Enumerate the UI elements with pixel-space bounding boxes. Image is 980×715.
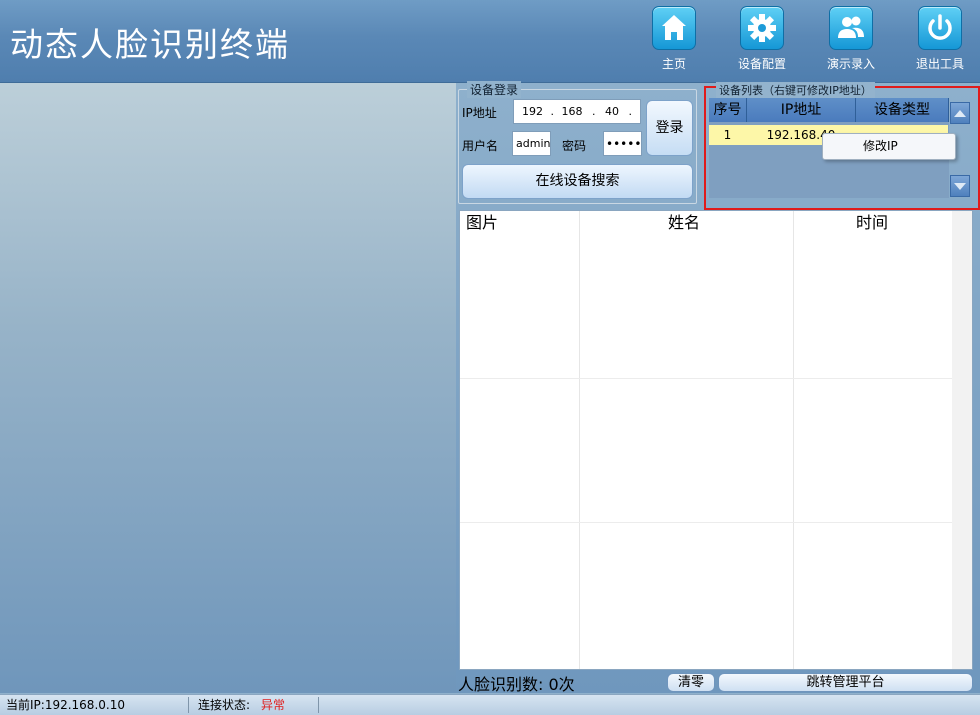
ip-label: IP地址 (462, 106, 497, 120)
username-input[interactable]: admin (512, 131, 551, 156)
context-menu-modify-ip[interactable]: 修改IP (822, 133, 956, 160)
login-button[interactable]: 登录 (646, 100, 693, 156)
nav-exit-button[interactable]: 退出工具 (908, 6, 972, 76)
connection-status-value: 异常 (261, 698, 286, 712)
device-header-ip: IP地址 (747, 98, 856, 122)
arrow-up-icon (954, 110, 966, 117)
nav-demo-enroll-button[interactable]: 演示录入 (819, 6, 883, 76)
row-divider (460, 378, 972, 379)
ip-address-input[interactable]: 192 . 168 . 40 . 20 (513, 99, 641, 142)
ip-dot: . (550, 105, 555, 118)
jump-management-platform-button[interactable]: 跳转管理平台 (718, 673, 973, 692)
online-device-search-button[interactable]: 在线设备搜索 (462, 164, 693, 199)
device-login-legend: 设备登录 (467, 81, 522, 98)
column-divider (579, 211, 580, 669)
password-label: 密码 (562, 139, 587, 153)
device-header-type: 设备类型 (856, 98, 949, 122)
nav-demo-enroll-label: 演示录入 (826, 57, 875, 71)
records-header-picture: 图片 (466, 213, 499, 232)
nav-exit-label: 退出工具 (915, 57, 964, 71)
records-header-time: 时间 (856, 213, 889, 232)
device-header-index: 序号 (709, 98, 747, 122)
records-header-name: 姓名 (668, 213, 701, 232)
password-input[interactable]: ••••• (603, 131, 642, 156)
nav-device-config-label: 设备配置 (737, 57, 786, 71)
ip-dot: . (592, 105, 596, 118)
device-list-scroll-down-button[interactable] (950, 175, 970, 197)
nav-home-button[interactable]: 主页 (642, 6, 706, 76)
face-count-label: 人脸识别数: 0次 (458, 675, 575, 694)
app-title: 动态人脸识别终端 (10, 25, 290, 64)
clear-count-button[interactable]: 清零 (667, 673, 715, 692)
status-divider (188, 697, 189, 713)
arrow-down-icon (954, 183, 966, 190)
users-icon (829, 6, 873, 50)
records-scrollbar[interactable] (952, 211, 972, 669)
ip-octet-3: 40 (605, 105, 619, 118)
home-icon (652, 6, 696, 50)
device-list-legend: 设备列表（右键可修改IP地址） (716, 82, 875, 98)
nav-device-config-button[interactable]: 设备配置 (730, 6, 794, 76)
device-list-scroll-up-button[interactable] (950, 102, 970, 124)
ip-dot: . (628, 105, 633, 118)
row-divider (460, 522, 972, 523)
current-ip-status: 当前IP:192.168.0.10 (6, 698, 125, 712)
device-row-index: 1 (723, 128, 732, 142)
column-divider (793, 211, 794, 669)
power-icon (918, 6, 962, 50)
ip-octet-1: 192 (522, 105, 543, 118)
title-bar: 动态人脸识别终端 主页 设备配置 演示录入 退出工具 (0, 0, 980, 83)
connection-status-label: 连接状态: (198, 698, 251, 712)
video-preview-panel (0, 83, 456, 693)
recognition-records-table: 图片 姓名 时间 (459, 210, 973, 670)
gear-icon (740, 6, 784, 50)
username-label: 用户名 (462, 139, 499, 153)
status-bar: 当前IP:192.168.0.10 连接状态: 异常 (0, 694, 980, 715)
nav-home-label: 主页 (661, 57, 686, 71)
ip-octet-2: 168 (561, 105, 583, 118)
status-divider (318, 697, 319, 713)
